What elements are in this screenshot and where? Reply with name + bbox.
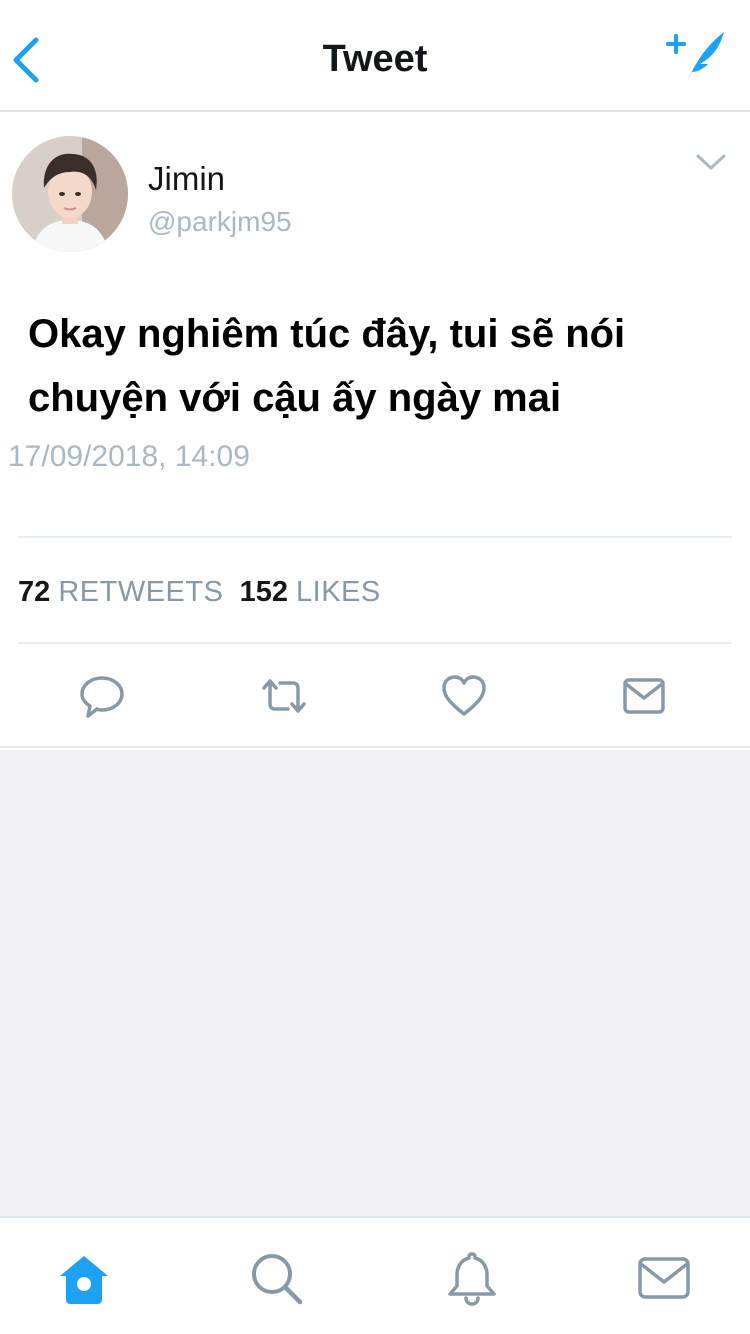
tab-messages[interactable] (634, 1248, 694, 1308)
tab-search[interactable] (246, 1248, 306, 1308)
like-heart-icon (442, 675, 486, 716)
user-avatar-photo (12, 136, 128, 252)
tweet-detail: Jimin @parkjm95 Okay nghiêm túc đây, tui… (0, 114, 750, 748)
tweet-menu-button[interactable] (694, 150, 728, 174)
direct-message-icon (623, 678, 665, 714)
retweet-button[interactable] (260, 672, 308, 720)
compose-tweet-button[interactable] (666, 26, 728, 86)
compose-feather-icon (666, 32, 724, 80)
likes-label: LIKES (296, 576, 381, 608)
tweet-text: Okay nghiêm túc đây, tui sẽ nói chuyện v… (28, 312, 626, 420)
tweet-stats: 72 RETWEETS 152 LIKES (18, 576, 381, 609)
user-display-name[interactable]: Jimin (148, 160, 225, 198)
page-title: Tweet (322, 38, 428, 80)
empty-replies-area (0, 750, 750, 1216)
like-button[interactable] (440, 672, 488, 720)
divider (18, 642, 732, 644)
chevron-down-icon (696, 154, 726, 170)
notifications-bell-icon (448, 1252, 496, 1306)
likes-count: 152 (239, 576, 288, 608)
divider (18, 536, 732, 538)
tweet-timestamp: 17/09/2018, 14:09 (8, 440, 250, 473)
tab-notifications[interactable] (442, 1248, 502, 1308)
bottom-tab-bar (0, 1216, 750, 1334)
retweets-stat[interactable]: 72 RETWEETS (18, 576, 223, 608)
reply-button[interactable] (78, 672, 126, 720)
tab-home[interactable] (54, 1248, 114, 1308)
direct-message-button[interactable] (620, 672, 668, 720)
reply-icon (80, 676, 124, 718)
home-icon (60, 1256, 108, 1304)
retweets-count: 72 (18, 576, 51, 608)
retweet-icon (262, 679, 306, 713)
avatar[interactable] (12, 136, 128, 252)
likes-stat[interactable]: 152 LIKES (240, 576, 381, 608)
top-nav-bar: Tweet (0, 0, 750, 112)
messages-icon (638, 1257, 690, 1299)
search-icon (252, 1254, 303, 1305)
user-handle[interactable]: @parkjm95 (148, 206, 292, 238)
retweets-label: RETWEETS (58, 576, 224, 608)
